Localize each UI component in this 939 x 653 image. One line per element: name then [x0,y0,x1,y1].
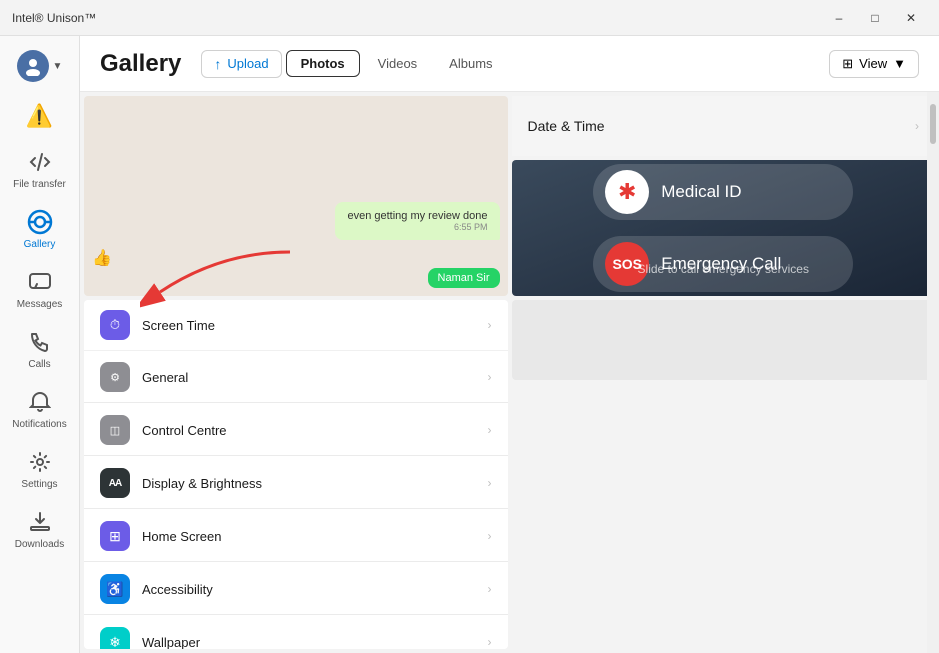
settings-icon [26,448,54,476]
minimize-button[interactable]: – [823,6,855,30]
control-centre-chevron-icon: › [488,423,492,437]
maximize-button[interactable]: □ [859,6,891,30]
settings-item-control-centre[interactable]: ◫ Control Centre › [84,405,508,456]
date-time-chevron-icon: › [915,119,919,133]
warning-icon: ⚠️ [26,103,53,129]
settings-screen-time[interactable]: ⏱ Screen Time › [84,300,508,351]
gallery-grid: even getting my review done 6:55 PM 👍 Na… [80,92,939,653]
header: Gallery ↑ Upload Photos Videos Albums ⊞ … [80,36,939,92]
title-bar: Intel® Unison™ – □ ✕ [0,0,939,36]
control-centre-icon: ◫ [100,415,130,445]
scrollbar[interactable] [927,92,939,653]
profile-button[interactable]: ▼ [9,44,71,88]
accessibility-chevron-icon: › [488,582,492,596]
general-chevron-icon: › [488,370,492,384]
gallery-area: even getting my review done 6:55 PM 👍 Na… [80,92,939,653]
view-button[interactable]: ⊞ View ▼ [829,50,919,78]
sidebar-item-notifications[interactable]: Notifications [4,380,76,438]
gallery-cell-chat[interactable]: even getting my review done 6:55 PM 👍 Na… [84,96,508,296]
chat-text: even getting my review done [347,210,487,222]
upload-icon: ↑ [214,56,221,72]
sidebar: ▼ ⚠️ File transfer [0,36,80,653]
wallpaper-icon: ❄ [100,627,130,649]
chat-time: 6:55 PM [347,222,487,232]
screen-time-icon: ⏱ [100,310,130,340]
sidebar-item-calls[interactable]: Calls [4,320,76,378]
tab-photos[interactable]: Photos [286,50,360,77]
gallery-cell-settings[interactable]: ⏱ Screen Time › ⚙ General › ◫ Control Ce… [84,300,508,649]
calls-icon [26,328,54,356]
grid-icon: ⊞ [842,56,853,72]
general-icon: ⚙ [100,362,130,392]
chat-emoji: 👍 [92,248,500,268]
sidebar-item-label-file-transfer: File transfer [13,179,66,190]
sidebar-item-messages[interactable]: Messages [4,260,76,318]
wallpaper-chevron-icon: › [488,635,492,649]
display-icon: AA [100,468,130,498]
settings-item-home-screen[interactable]: ⊞ Home Screen › [84,511,508,562]
settings-label-control-centre: Control Centre [142,423,488,438]
main-content: Gallery ↑ Upload Photos Videos Albums ⊞ … [80,36,939,653]
accessibility-icon: ♿ [100,574,130,604]
screen-time-chevron-icon: › [488,318,492,332]
settings-label-wallpaper: Wallpaper [142,635,488,650]
sos-cell[interactable]: ✱ Medical ID SOS Emergency Call Slide to… [512,160,936,296]
app-body: ▼ ⚠️ File transfer [0,36,939,653]
chat-bubble: even getting my review done 6:55 PM [335,202,499,240]
sidebar-item-gallery[interactable]: Gallery [4,200,76,258]
chevron-down-icon: ▼ [893,56,906,71]
header-actions: ↑ Upload Photos Videos Albums ⊞ View ▼ [201,50,919,78]
home-screen-chevron-icon: › [488,529,492,543]
settings-label-display: Display & Brightness [142,476,488,491]
sidebar-item-label-calls: Calls [28,359,50,370]
sidebar-item-label-gallery: Gallery [24,239,56,250]
warning-indicator: ⚠️ [20,96,60,136]
medical-id-button[interactable]: ✱ Medical ID [593,164,853,220]
sos-subtitle: Slide to call emergency services [638,262,809,276]
sidebar-item-file-transfer[interactable]: File transfer [4,140,76,198]
page-title: Gallery [100,50,181,78]
close-button[interactable]: ✕ [895,6,927,30]
right-column: Date & Time › ✱ Medical ID SOS Emergency… [512,96,936,296]
settings-label-home-screen: Home Screen [142,529,488,544]
settings-item-general[interactable]: ⚙ General › [84,352,508,403]
date-time-label: Date & Time [528,118,916,134]
sidebar-item-label-notifications: Notifications [12,419,66,430]
messages-icon [26,268,54,296]
screen-time-label: Screen Time [142,318,488,333]
gallery-icon [26,208,54,236]
notifications-icon [26,388,54,416]
sidebar-item-label-messages: Messages [17,299,63,310]
gallery-cell-empty[interactable] [512,300,936,380]
chat-name-bubble: Naman Sir [428,268,500,288]
medical-id-icon: ✱ [605,170,649,214]
sidebar-item-label-settings: Settings [21,479,57,490]
settings-item-accessibility[interactable]: ♿ Accessibility › [84,564,508,615]
avatar [17,50,49,82]
settings-label-general: General [142,370,488,385]
app-title: Intel® Unison™ [12,11,823,25]
sidebar-item-label-downloads: Downloads [15,539,64,550]
file-transfer-icon [26,148,54,176]
downloads-icon [26,508,54,536]
settings-label-accessibility: Accessibility [142,582,488,597]
upload-button[interactable]: ↑ Upload [201,50,281,78]
chevron-down-icon: ▼ [53,61,63,72]
settings-item-wallpaper[interactable]: ❄ Wallpaper › [84,617,508,649]
home-screen-icon: ⊞ [100,521,130,551]
scroll-thumb[interactable] [930,104,936,144]
medical-id-label: Medical ID [661,182,741,202]
window-controls: – □ ✕ [823,6,927,30]
tab-albums[interactable]: Albums [435,51,506,76]
sidebar-item-downloads[interactable]: Downloads [4,500,76,558]
date-time-cell[interactable]: Date & Time › [512,96,936,156]
sidebar-item-settings[interactable]: Settings [4,440,76,498]
display-chevron-icon: › [488,476,492,490]
tab-videos[interactable]: Videos [364,51,432,76]
settings-item-display[interactable]: AA Display & Brightness › [84,458,508,509]
